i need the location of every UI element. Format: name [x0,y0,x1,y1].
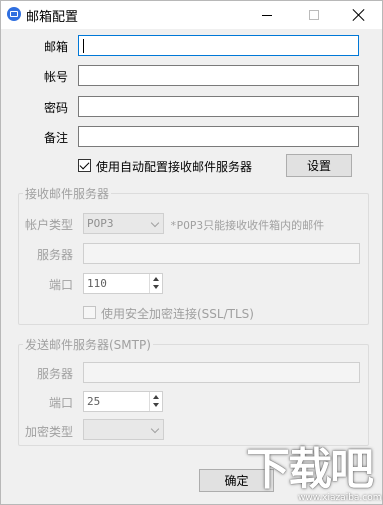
spin-up-icon [153,277,159,281]
encryption-type-select[interactable] [83,419,164,440]
close-button[interactable] [336,1,382,29]
maximize-button [291,1,337,29]
watermark-text: 下载吧 [246,444,374,495]
account-type-label: 帐户类型 [25,218,74,232]
incoming-server-label: 服务器 [37,248,74,262]
account-type-note: *POP3只能接收收件箱内的邮件 [170,219,325,232]
minimize-icon [262,14,272,16]
watermark-url: www.xiazaiba.com [298,493,382,503]
note-label: 备注 [44,131,69,145]
spin-down-icon [153,285,159,289]
watermark-logo: 下载吧 www.xiazaiba.com [246,446,383,505]
chevron-down-icon [150,218,160,228]
close-icon [353,9,365,21]
minimize-button[interactable] [244,1,290,29]
port-spin-buttons[interactable] [149,274,162,293]
account-type-value: POP3 [87,217,114,230]
maximize-icon [309,10,319,20]
password-label: 密码 [44,101,69,115]
outgoing-port-label: 端口 [49,396,74,410]
incoming-port-value: 110 [87,277,107,290]
chevron-down-icon [150,424,160,434]
spin-up-icon [153,395,159,399]
email-label: 邮箱 [44,40,69,54]
port-spin-buttons[interactable] [149,392,162,411]
account-input[interactable] [78,65,359,86]
settings-button[interactable]: 设置 [286,154,352,177]
text-caret [83,39,84,53]
outgoing-group-title: 发送邮件服务器(SMTP) [23,336,153,353]
auto-config-label: 使用自动配置接收邮件服务器 [96,160,253,174]
email-config-dialog: 邮箱配置 邮箱 帐号 密码 备注 使用自动配置接收邮件服务器 设置 接收邮件服务… [0,0,383,505]
password-input[interactable] [78,96,359,117]
account-type-select[interactable]: POP3 [83,213,164,234]
incoming-port-label: 端口 [49,278,74,292]
account-label: 帐号 [44,70,69,84]
incoming-port-stepper[interactable]: 110 [83,273,163,294]
note-input[interactable] [78,126,359,147]
window-title: 邮箱配置 [26,10,79,25]
outgoing-server-input[interactable] [83,362,360,383]
outgoing-port-stepper[interactable]: 25 [83,391,163,412]
title-bar: 邮箱配置 [1,1,382,29]
ssl-label: 使用安全加密连接(SSL/TLS) [101,307,254,321]
outgoing-server-label: 服务器 [37,367,74,381]
incoming-server-input[interactable] [83,243,360,264]
email-input[interactable] [78,35,359,56]
outgoing-port-value: 25 [87,395,101,408]
spin-down-icon [153,403,159,407]
auto-config-checkbox[interactable] [78,159,91,172]
mail-app-icon [7,7,21,21]
ssl-checkbox[interactable] [83,306,96,319]
encryption-type-label: 加密类型 [25,425,74,439]
incoming-group-title: 接收邮件服务器 [23,185,112,202]
